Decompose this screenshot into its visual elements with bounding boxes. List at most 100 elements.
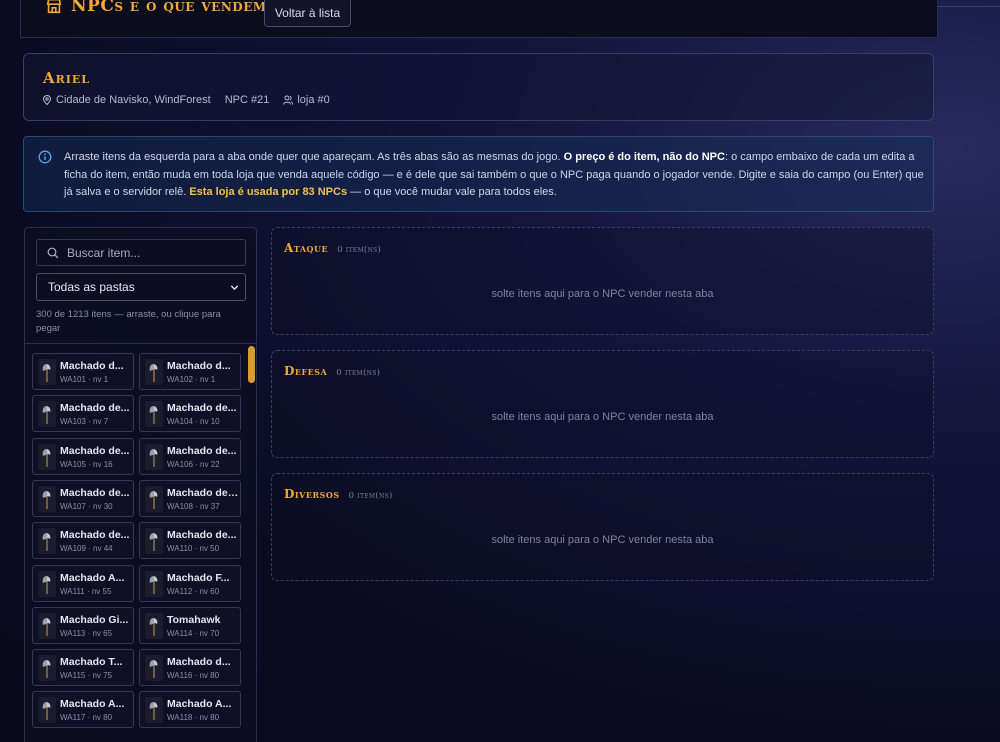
item-name: Machado T... <box>60 656 123 669</box>
item-name: Machado d... <box>60 360 124 372</box>
item-name: Machado Gi... <box>60 613 129 626</box>
item-card[interactable]: Machado T... WA115 · nv 75 <box>32 649 134 687</box>
info-text-part: — o que você mudar vale para todos eles. <box>347 186 557 198</box>
info-text-highlight: Esta loja é usada por 83 NPCs <box>189 186 348 198</box>
item-catalog-panel: Todas as pastas 300 de 1213 itens — arra… <box>24 227 257 742</box>
item-code-level: WA104 · nv 10 <box>167 417 220 427</box>
item-name: Machado de... <box>167 529 237 542</box>
search-icon <box>47 247 59 258</box>
item-count-text: 300 de 1213 itens — arraste, ou clique p… <box>36 309 221 334</box>
folder-select[interactable]: Todas as pastas <box>36 273 246 301</box>
item-card[interactable]: Machado A... WA118 · nv 80 <box>139 691 241 729</box>
tab-zone-diversos[interactable]: Diversos 0 item(ns) solte itens aqui par… <box>271 473 934 581</box>
scrollbar-thumb[interactable] <box>248 346 255 383</box>
zone-name: Defesa <box>284 364 328 378</box>
item-code-level: WA109 · nv 44 <box>60 544 113 554</box>
item-card[interactable]: Machado de... WA104 · nv 10 <box>139 395 241 433</box>
item-card[interactable]: Machado de ... WA108 · nv 37 <box>139 479 241 517</box>
item-card[interactable]: Machado de... WA106 · nv 22 <box>139 437 241 475</box>
search-box <box>36 239 246 266</box>
item-name: Machado de... <box>167 444 237 457</box>
zone-title: Ataque 0 item(ns) <box>284 241 381 255</box>
tab-zone-defesa[interactable]: Defesa 0 item(ns) solte itens aqui para … <box>271 350 934 458</box>
npc-id: NPC #21 <box>224 94 270 106</box>
item-code-level: WA101 · nv 1 <box>60 375 109 384</box>
npc-shop: loja #0 <box>283 94 330 106</box>
item-code-level: WA105 · nv 16 <box>60 459 113 469</box>
item-code-level: WA106 · nv 22 <box>167 459 220 469</box>
item-name: Machado A... <box>60 698 125 711</box>
item-code-level: WA108 · nv 37 <box>167 501 220 511</box>
chevron-down-icon <box>230 285 239 291</box>
item-card[interactable]: Machado de... WA107 · nv 30 <box>32 479 134 517</box>
axe-icon <box>38 612 56 639</box>
divider <box>938 6 1000 7</box>
item-card[interactable]: Machado de... WA103 · nv 7 <box>32 395 134 433</box>
item-name: Machado de... <box>60 444 130 457</box>
npc-meta: Cidade de Navisko, WindForest NPC #21 lo… <box>42 94 344 106</box>
item-code-level: WA117 · nv 80 <box>60 713 113 723</box>
item-name: Machado d... <box>167 360 231 372</box>
top-bar: NPCs e o que vendem Voltar à lista <box>20 0 938 38</box>
zone-count: 0 item(ns) <box>336 368 381 378</box>
info-box: Arraste itens da esquerda para a aba ond… <box>23 136 934 212</box>
item-name: Machado de... <box>60 486 130 499</box>
axe-icon <box>145 528 163 555</box>
item-card[interactable]: Machado d... WA116 · nv 80 <box>139 649 241 687</box>
item-code-level: WA113 · nv 65 <box>60 628 113 638</box>
item-card[interactable]: Machado A... WA111 · nv 55 <box>32 564 134 602</box>
npc-card: Ariel Cidade de Navisko, WindForest NPC … <box>23 53 934 121</box>
item-code-level: WA103 · nv 7 <box>60 417 109 427</box>
axe-icon <box>38 697 56 724</box>
item-card[interactable]: Machado de... WA109 · nv 44 <box>32 522 134 560</box>
info-icon <box>38 150 52 164</box>
map-pin-icon <box>42 95 52 105</box>
zone-title: Defesa 0 item(ns) <box>284 364 380 378</box>
item-card[interactable]: Machado A... WA117 · nv 80 <box>32 691 134 729</box>
npc-location-text: Cidade de Navisko, WindForest <box>56 94 211 106</box>
zone-title: Diversos 0 item(ns) <box>284 487 393 501</box>
axe-icon <box>145 443 163 470</box>
zone-empty-text: solte itens aqui para o NPC vender nesta… <box>491 288 714 300</box>
tab-zone-ataque[interactable]: Ataque 0 item(ns) solte itens aqui para … <box>271 227 934 335</box>
item-card[interactable]: Machado de... WA110 · nv 50 <box>139 522 241 560</box>
axe-icon <box>145 401 163 428</box>
axe-icon <box>38 359 56 385</box>
item-card[interactable]: Machado F... WA112 · nv 60 <box>139 564 241 602</box>
npc-name: Ariel <box>43 69 91 87</box>
axe-icon <box>145 570 163 597</box>
zone-empty-text: solte itens aqui para o NPC vender nesta… <box>491 534 714 546</box>
item-card[interactable]: Machado d... WA101 · nv 1 <box>32 353 134 390</box>
npc-location: Cidade de Navisko, WindForest <box>42 94 211 106</box>
item-name: Machado de... <box>167 402 237 415</box>
axe-icon <box>145 359 163 385</box>
item-name: Machado d... <box>167 656 231 669</box>
shop-icon <box>46 0 62 14</box>
item-name: Machado de... <box>60 402 130 415</box>
item-code-level: WA111 · nv 55 <box>60 586 112 596</box>
item-card[interactable]: Machado de... WA105 · nv 16 <box>32 437 134 475</box>
item-code-level: WA102 · nv 1 <box>167 375 216 384</box>
item-code-level: WA112 · nv 60 <box>167 586 220 596</box>
axe-icon <box>38 485 56 512</box>
search-input[interactable] <box>67 245 237 260</box>
info-text: Arraste itens da esquerda para a aba ond… <box>64 149 924 202</box>
item-card[interactable]: Machado d... WA102 · nv 1 <box>139 353 241 390</box>
item-name: Machado de ... <box>167 486 239 499</box>
item-code-level: WA116 · nv 80 <box>167 671 220 681</box>
item-card[interactable]: Machado Gi... WA113 · nv 65 <box>32 606 134 644</box>
divider <box>25 343 256 344</box>
zone-count: 0 item(ns) <box>337 245 382 255</box>
info-text-bold: O preço é do item, não do NPC <box>563 151 725 163</box>
item-code-level: WA107 · nv 30 <box>60 501 113 511</box>
item-card[interactable]: Tomahawk WA114 · nv 70 <box>139 606 241 644</box>
page-title-text: NPCs e o que vendem <box>71 0 267 16</box>
axe-icon <box>38 401 56 428</box>
axe-icon <box>145 697 163 724</box>
users-icon <box>283 95 294 105</box>
axe-icon <box>38 655 56 682</box>
item-code-level: WA114 · nv 70 <box>167 628 220 638</box>
folder-select-value: Todas as pastas <box>48 280 135 294</box>
back-to-list-button[interactable]: Voltar à lista <box>264 0 351 27</box>
zone-count: 0 item(ns) <box>348 491 393 501</box>
